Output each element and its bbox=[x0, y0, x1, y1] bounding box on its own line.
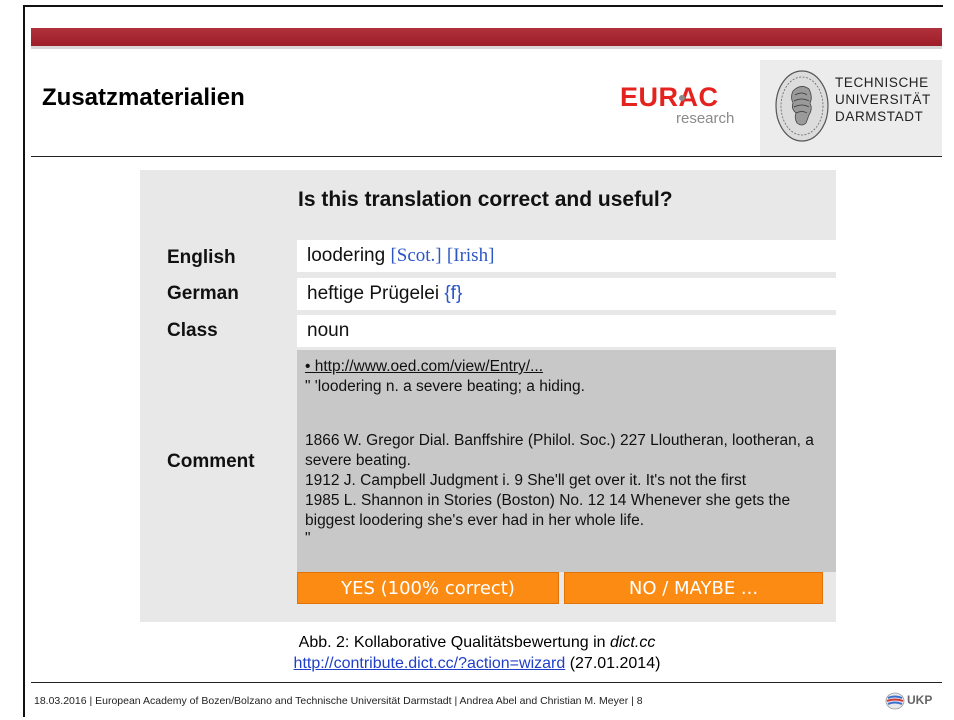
slide-title: Zusatzmaterialien bbox=[42, 84, 245, 111]
yes-correct-button[interactable]: YES (100% correct) bbox=[297, 572, 559, 604]
tu-darmstadt-wordmark: TECHNISCHE UNIVERSITÄT DARMSTADT bbox=[835, 74, 931, 125]
tu-darmstadt-seal-icon bbox=[775, 70, 829, 142]
german-term: heftige Prügelei bbox=[307, 283, 445, 304]
label-comment: Comment bbox=[167, 451, 255, 472]
comment-line-4: 1912 J. Campbell Judgment i. 9 She'll ge… bbox=[305, 472, 747, 489]
eurac-logo-dot bbox=[679, 95, 685, 101]
comment-box: • http://www.oed.com/view/Entry/... " 'l… bbox=[297, 350, 836, 572]
label-english: English bbox=[167, 247, 236, 268]
comment-line-2: 1866 W. Gregor Dial. Banffshire (Philol.… bbox=[305, 432, 814, 449]
comment-source-link[interactable]: • http://www.oed.com/view/Entry/... bbox=[305, 358, 543, 375]
caption-date: (27.01.2014) bbox=[565, 655, 661, 672]
class-value: noun bbox=[307, 320, 350, 341]
review-question: Is this translation correct and useful? bbox=[298, 188, 673, 211]
figure-caption-source: http://contribute.dict.cc/?action=wizard… bbox=[0, 655, 954, 673]
english-field: loodering [Scot.] [Irish] bbox=[297, 240, 836, 272]
caption-url-link[interactable]: http://contribute.dict.cc/?action=wizard bbox=[294, 655, 566, 672]
label-german: German bbox=[167, 283, 239, 304]
class-field: noun bbox=[297, 315, 836, 347]
english-value: loodering [Scot.] [Irish] bbox=[307, 245, 494, 267]
caption-italic: dict.cc bbox=[609, 634, 656, 651]
tud-line-3: DARMSTADT bbox=[835, 109, 924, 124]
tu-darmstadt-logo: TECHNISCHE UNIVERSITÄT DARMSTADT bbox=[760, 60, 942, 156]
translation-review-screenshot: Is this translation correct and useful? … bbox=[140, 170, 836, 622]
english-term: loodering bbox=[307, 245, 391, 266]
no-maybe-button[interactable]: NO / MAYBE ... bbox=[564, 572, 823, 604]
english-tag-scot: [Scot.] bbox=[390, 245, 442, 266]
header-bar bbox=[31, 28, 942, 46]
eurac-logo-subtitle: research bbox=[676, 110, 735, 127]
comment-line-7: " bbox=[305, 530, 311, 547]
comment-line-3: severe beating. bbox=[305, 452, 411, 469]
header-bar-shadow bbox=[31, 46, 942, 49]
eurac-logo: EURAC research bbox=[620, 82, 760, 130]
figure-caption: Abb. 2: Kollaborative Qualitätsbewertung… bbox=[0, 634, 954, 652]
tud-line-1: TECHNISCHE bbox=[835, 75, 929, 90]
german-field: heftige Prügelei {f} bbox=[297, 278, 836, 310]
comment-line-5: 1985 L. Shannon in Stories (Boston) No. … bbox=[305, 492, 791, 509]
english-tag-irish: [Irish] bbox=[446, 245, 495, 266]
tud-line-2: UNIVERSITÄT bbox=[835, 92, 931, 107]
caption-prefix: Abb. 2: Kollaborative Qualitätsbewertung… bbox=[298, 634, 610, 651]
german-value: heftige Prügelei {f} bbox=[307, 283, 462, 305]
eurac-logo-wordmark: EURAC bbox=[620, 82, 719, 112]
ukp-logo: UKP bbox=[885, 692, 945, 710]
ukp-logo-icon bbox=[885, 692, 905, 710]
footer-divider bbox=[31, 682, 942, 683]
german-gender-tag: {f} bbox=[444, 283, 463, 304]
comment-line-1: " 'loodering n. a severe beating; a hidi… bbox=[305, 378, 585, 395]
slide-footer: 18.03.2016 | European Academy of Bozen/B… bbox=[34, 695, 643, 707]
ukp-logo-text: UKP bbox=[907, 693, 933, 707]
comment-line-6: biggest loodering she's ever had in her … bbox=[305, 512, 645, 529]
label-class: Class bbox=[167, 320, 218, 341]
header-divider bbox=[31, 156, 942, 157]
